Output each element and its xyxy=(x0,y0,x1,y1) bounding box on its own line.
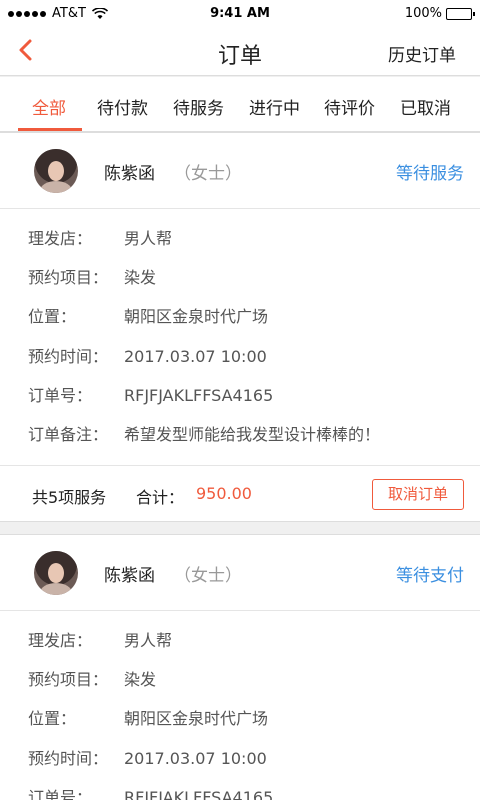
tab-pending-review[interactable]: 待评价 xyxy=(324,94,375,119)
detail-value: 染发 xyxy=(124,268,157,287)
customer-gender: （女士） xyxy=(174,566,242,586)
total-amount: 950.00 xyxy=(196,484,252,503)
avatar xyxy=(34,551,78,595)
detail-label: 位置： xyxy=(28,307,77,326)
order-card-footer: 共5项服务 合计： 950.00 取消订单 xyxy=(0,465,480,523)
detail-value: 朝阳区金泉时代广场 xyxy=(124,709,269,728)
detail-label: 理发店： xyxy=(28,229,93,248)
detail-row-shop: 理发店： 男人帮 xyxy=(28,627,172,651)
active-tab-indicator xyxy=(18,128,82,131)
detail-value: RFJFJAKLFFSA4165 xyxy=(124,788,274,800)
detail-row-time: 预约时间： 2017.03.07 10:00 xyxy=(28,745,267,769)
detail-label: 位置： xyxy=(28,709,77,728)
customer-name: 陈紫函 xyxy=(104,566,155,586)
detail-row-service: 预约项目： 染发 xyxy=(28,264,156,288)
order-card-header: 陈紫函 （女士） 等待支付 xyxy=(0,535,480,611)
status-right: 100% xyxy=(404,6,475,21)
customer-name: 陈紫函 xyxy=(104,164,155,184)
detail-row-location: 位置： 朝阳区金泉时代广场 xyxy=(28,303,268,327)
order-card: 陈紫函 （女士） 等待支付 理发店： 男人帮 预约项目： 染发 位置： 朝阳区金泉时代… xyxy=(0,534,480,800)
detail-value: 希望发型师能给我发型设计棒棒的！ xyxy=(124,425,381,444)
detail-row-time: 预约时间： 2017.03.07 10:00 xyxy=(28,343,267,367)
detail-value: 2017.03.07 10:00 xyxy=(124,749,267,768)
detail-row-order-number: 订单号： RFJFJAKLFFSA4165 xyxy=(28,382,273,406)
history-orders-button[interactable]: 历史订单 xyxy=(388,41,456,66)
order-status: 等待服务 xyxy=(396,164,464,184)
detail-label: 预约项目： xyxy=(28,268,109,287)
detail-label: 订单号： xyxy=(28,386,93,405)
detail-row-location: 位置： 朝阳区金泉时代广场 xyxy=(28,705,268,729)
detail-value: 朝阳区金泉时代广场 xyxy=(124,307,269,326)
tab-pending-service[interactable]: 待服务 xyxy=(173,94,224,119)
detail-row-shop: 理发店： 男人帮 xyxy=(28,225,172,249)
detail-row-note: 订单备注： 希望发型师能给我发型设计棒棒的！ xyxy=(28,421,380,445)
detail-row-order-number: 订单号： RFJFJAKLFFSA4165 xyxy=(28,784,273,800)
detail-label: 订单备注： xyxy=(28,425,109,444)
battery-icon xyxy=(446,7,475,20)
avatar xyxy=(34,149,78,193)
detail-value: 2017.03.07 10:00 xyxy=(124,347,267,366)
detail-value: RFJFJAKLFFSA4165 xyxy=(124,386,274,405)
detail-label: 预约项目： xyxy=(28,670,109,689)
tab-cancelled[interactable]: 已取消 xyxy=(400,94,451,119)
order-card-header: 陈紫函 （女士） 等待服务 xyxy=(0,133,480,209)
tab-all[interactable]: 全部 xyxy=(32,94,66,119)
total-label: 合计： xyxy=(136,488,185,507)
battery-percent: 100% xyxy=(404,6,442,21)
detail-label: 预约时间： xyxy=(28,749,109,768)
customer-gender: （女士） xyxy=(174,164,242,184)
service-count: 共5项服务 xyxy=(32,488,107,507)
detail-value: 男人帮 xyxy=(124,229,173,248)
detail-label: 理发店： xyxy=(28,631,93,650)
tab-pending-payment[interactable]: 待付款 xyxy=(97,94,148,119)
order-tabs: 全部 待付款 待服务 进行中 待评价 已取消 xyxy=(0,77,480,132)
nav-bar: 订单 历史订单 xyxy=(0,28,480,76)
detail-value: 染发 xyxy=(124,670,157,689)
detail-label: 预约时间： xyxy=(28,347,109,366)
order-status: 等待支付 xyxy=(396,566,464,586)
order-card: 陈紫函 （女士） 等待服务 理发店： 男人帮 预约项目： 染发 位置： 朝阳区金泉时代… xyxy=(0,132,480,522)
detail-label: 订单号： xyxy=(28,788,93,800)
tab-in-progress[interactable]: 进行中 xyxy=(249,94,300,119)
detail-value: 男人帮 xyxy=(124,631,173,650)
status-bar: AT&T 9:41 AM 100% xyxy=(0,0,480,28)
cancel-order-button[interactable]: 取消订单 xyxy=(372,479,464,510)
detail-row-service: 预约项目： 染发 xyxy=(28,666,156,690)
